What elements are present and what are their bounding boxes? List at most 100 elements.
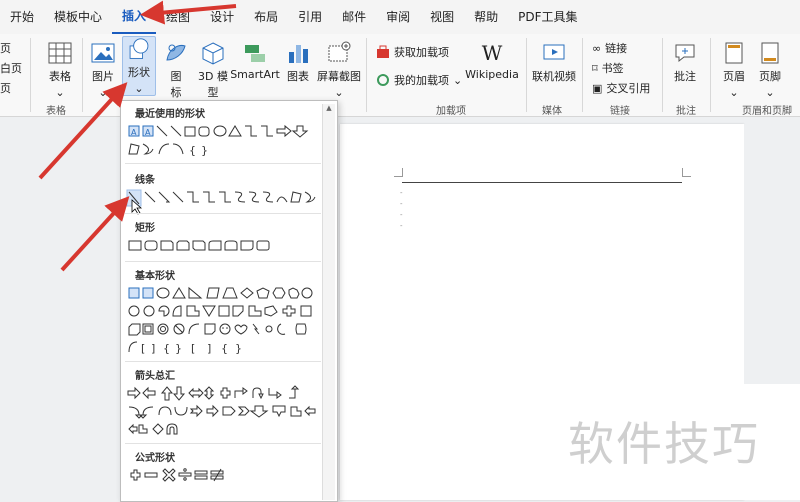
cross-reference-button[interactable]: ▣ 交叉引用 (592, 80, 650, 96)
tab-help[interactable]: 帮助 (464, 0, 508, 34)
cross-reference-icon: ▣ (592, 81, 603, 95)
cross-reference-label: 交叉引用 (606, 82, 651, 95)
chevron-down-icon: ⌄ (765, 86, 775, 99)
table-label: 表格 (49, 70, 71, 83)
tab-design[interactable]: 设计 (200, 0, 244, 34)
section-title-recent: 最近使用的形状 (135, 109, 205, 120)
page-break-button[interactable]: 页 (0, 80, 11, 96)
chart-icon (289, 45, 308, 63)
shapes-dropdown[interactable]: 最近使用的形状 A A {} 线条 矩形 基本形状 [] {} [] {… (120, 100, 338, 502)
smartart-button[interactable]: SmartArt (230, 40, 280, 81)
block-arrows-row-2[interactable] (125, 403, 321, 421)
chevron-down-icon: ⌄ (729, 86, 739, 99)
online-video-button[interactable]: 联机视频 (532, 40, 576, 84)
line-shapes-row[interactable] (125, 189, 321, 207)
bookmark-button[interactable]: ⌑ 书签 (592, 60, 624, 76)
my-addins-label: 我的加载项 (394, 74, 449, 87)
basic-shapes-row-2[interactable] (125, 303, 321, 321)
chart-button[interactable]: 图表 (284, 40, 312, 84)
menu-bar: 开始 模板中心 插入 绘图 设计 布局 引用 邮件 审阅 视图 帮助 PDF工具… (0, 0, 800, 34)
tab-pdf-tools[interactable]: PDF工具集 (508, 0, 587, 34)
section-title-basic-shapes: 基本形状 (135, 271, 175, 282)
get-addins-label: 获取加载项 (394, 46, 449, 59)
paragraph-marks: ---- (400, 189, 403, 230)
block-arrows-row-1[interactable] (125, 385, 321, 403)
tab-layout[interactable]: 布局 (244, 0, 288, 34)
get-addins-button[interactable]: 获取加载项 (376, 44, 449, 60)
table-button[interactable]: 表格 ⌄ (42, 40, 78, 99)
3d-model-button[interactable]: 3D 模 型 (196, 40, 230, 100)
chevron-down-icon: ⌄ (453, 73, 463, 87)
shapes-scrollbar[interactable]: ▲ (322, 104, 335, 500)
cover-page-label: 页 (0, 42, 11, 55)
section-title-lines: 线条 (135, 175, 155, 186)
margin-corner-mark (682, 168, 691, 177)
rectangle-shapes-row[interactable] (125, 237, 321, 255)
header-label: 页眉 (723, 70, 745, 83)
group-addins-label: 加载项 (436, 106, 466, 117)
recent-shapes-row-1[interactable]: A A (125, 123, 321, 141)
svg-text:]: ] (151, 342, 155, 355)
equation-shapes-row[interactable] (125, 467, 321, 485)
basic-shapes-row-4[interactable]: [] {} [] {} (125, 339, 321, 357)
watermark-text: 软件技巧 (568, 417, 760, 471)
tab-review[interactable]: 审阅 (376, 0, 420, 34)
tab-draw[interactable]: 绘图 (156, 0, 200, 34)
comment-icon (675, 44, 695, 63)
basic-shapes-row-3[interactable] (125, 321, 321, 339)
tab-template-center[interactable]: 模板中心 (44, 0, 112, 34)
svg-text:}: } (235, 342, 242, 355)
blank-page-label: 白页 (0, 62, 22, 75)
margin-corner-mark (394, 168, 403, 177)
scroll-up-icon[interactable]: ▲ (323, 104, 335, 112)
shape-label: 形状 (128, 66, 150, 79)
svg-text:W: W (482, 41, 503, 65)
tab-view[interactable]: 视图 (420, 0, 464, 34)
link-icon: ∞ (592, 41, 602, 55)
chevron-down-icon: ⌄ (55, 86, 65, 99)
canvas-background (744, 124, 800, 384)
tab-references[interactable]: 引用 (288, 0, 332, 34)
recent-shapes-row-2[interactable]: {} (125, 141, 321, 159)
svg-text:}: } (201, 144, 208, 157)
tab-home[interactable]: 开始 (0, 0, 44, 34)
smartart-icon (245, 45, 265, 62)
wikipedia-label: Wikipedia (465, 68, 519, 81)
comment-label: 批注 (674, 70, 696, 83)
group-tables-label: 表格 (46, 106, 66, 117)
header-button[interactable]: 页眉 ⌄ (718, 40, 750, 99)
tab-insert[interactable]: 插入 (112, 0, 157, 34)
addin-icon (377, 74, 389, 86)
online-video-label: 联机视频 (532, 70, 576, 83)
cover-page-button[interactable]: 页 (0, 40, 11, 56)
section-title-rectangles: 矩形 (135, 223, 155, 234)
svg-text:[: [ (191, 342, 195, 355)
wikipedia-button[interactable]: W Wikipedia (465, 40, 519, 81)
block-arrows-row-3[interactable] (125, 421, 321, 439)
section-title-equation-shapes: 公式形状 (135, 453, 175, 464)
group-media-label: 媒体 (542, 106, 562, 117)
shape-button[interactable]: 形状 ⌄ (122, 36, 156, 96)
svg-text:{: { (163, 342, 170, 355)
shapes-icon (129, 38, 149, 59)
tab-mailings[interactable]: 邮件 (332, 0, 376, 34)
picture-label: 图片 (92, 70, 114, 83)
basic-shapes-row-1[interactable] (125, 285, 321, 303)
link-button[interactable]: ∞ 链接 (592, 40, 627, 56)
footer-button[interactable]: 页脚 ⌄ (754, 40, 786, 99)
picture-button[interactable]: 图片 ⌄ (88, 40, 118, 99)
comment-button[interactable]: 批注 (670, 40, 700, 84)
section-title-block-arrows: 箭头总汇 (135, 371, 175, 382)
wikipedia-icon: W (482, 41, 503, 65)
icons-button[interactable]: 图 标 (162, 40, 190, 100)
screenshot-icon (328, 41, 351, 62)
svg-text:[: [ (141, 342, 145, 355)
chart-label: 图表 (287, 70, 309, 83)
screenshot-button[interactable]: 屏幕截图 ⌄ (316, 40, 362, 99)
footer-icon (761, 42, 779, 64)
my-addins-button[interactable]: 我的加载项 ⌄ (376, 72, 462, 88)
blank-page-button[interactable]: 白页 (0, 60, 22, 76)
smartart-label: SmartArt (230, 68, 280, 81)
link-label: 链接 (605, 42, 628, 55)
header-rule-line (402, 182, 682, 183)
